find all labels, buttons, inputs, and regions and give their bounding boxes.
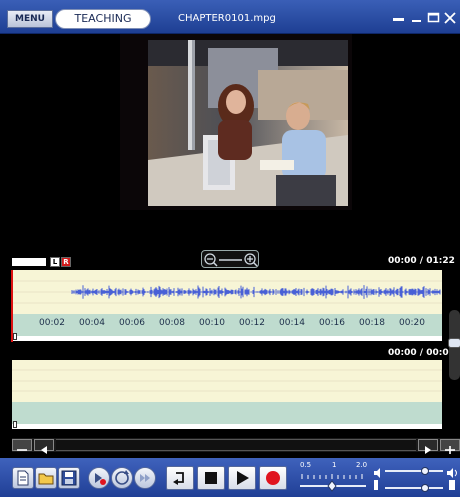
record-icon[interactable] xyxy=(259,466,287,490)
skip-icon[interactable] xyxy=(134,467,156,489)
minimize-icon[interactable] xyxy=(410,12,424,24)
volume-icon xyxy=(374,463,382,478)
title-bar: MENU TEACHING CHAPTER0101.mpg xyxy=(0,0,460,34)
restore-icon[interactable] xyxy=(392,12,406,24)
zoom-control[interactable] xyxy=(201,250,259,268)
balance-icon xyxy=(374,480,378,490)
channel-right-badge[interactable]: R xyxy=(61,257,71,267)
track1-time-display: 00:00 / 01:22 xyxy=(388,256,455,266)
ruler-tick: 00:12 xyxy=(239,318,265,328)
timeline-ruler-2[interactable] xyxy=(12,402,442,424)
waveform-graph xyxy=(12,280,442,304)
cycle-icon[interactable] xyxy=(111,467,133,489)
channel-left-badge[interactable]: L xyxy=(50,257,60,267)
speed-label-fast: 2.0 xyxy=(356,461,368,469)
expand-icon[interactable] xyxy=(440,439,460,454)
balance-max-icon xyxy=(449,480,455,490)
return-icon[interactable] xyxy=(166,466,194,490)
speed-label-slow: 0.5 xyxy=(300,461,312,469)
save-icon[interactable] xyxy=(58,467,80,489)
zoom-out-icon[interactable] xyxy=(204,253,218,267)
ruler-tick: 00:16 xyxy=(319,318,345,328)
speed-slider[interactable] xyxy=(298,472,370,492)
file-title: CHAPTER0101.mpg xyxy=(178,13,276,24)
volume-slider[interactable] xyxy=(385,462,447,475)
document-icon[interactable] xyxy=(12,467,34,489)
ruler-tick: 00:20 xyxy=(399,318,425,328)
scroll-thumb[interactable] xyxy=(448,338,460,348)
track2-start-handle[interactable] xyxy=(13,421,17,428)
ruler-tick: 00:06 xyxy=(119,318,145,328)
stop-icon[interactable] xyxy=(197,466,225,490)
bottom-toolbar: 0.5 1 2.0 xyxy=(0,458,460,497)
playhead-track-1[interactable] xyxy=(11,270,13,342)
close-icon[interactable] xyxy=(443,12,457,24)
record-mode-icon[interactable] xyxy=(88,467,110,489)
vertical-scrollbar[interactable] xyxy=(448,310,460,380)
maximize-icon[interactable] xyxy=(427,12,441,24)
volume-max-icon xyxy=(447,463,459,478)
zoom-in-icon[interactable] xyxy=(244,253,258,267)
ruler-tick: 00:08 xyxy=(159,318,185,328)
waveform-grid xyxy=(12,369,442,392)
ruler-tick: 00:10 xyxy=(199,318,225,328)
scroll-left-icon[interactable] xyxy=(34,439,54,454)
scroll-right-icon[interactable] xyxy=(418,439,438,454)
mode-field[interactable]: TEACHING xyxy=(55,9,151,29)
video-player[interactable] xyxy=(120,34,352,210)
horizontal-scrollbar[interactable] xyxy=(12,438,460,454)
ruler-tick: 00:02 xyxy=(39,318,65,328)
folder-open-icon[interactable] xyxy=(35,467,57,489)
balance-slider[interactable] xyxy=(385,479,447,492)
collapse-icon[interactable] xyxy=(12,439,32,451)
play-icon[interactable] xyxy=(228,466,256,490)
video-frame xyxy=(148,40,348,206)
waveform-track-1[interactable] xyxy=(12,270,442,314)
track2-time-display: 00:00 / 00:00 xyxy=(388,348,455,358)
scroll-track[interactable] xyxy=(56,439,416,451)
ruler-tick: 00:04 xyxy=(79,318,105,328)
menu-button[interactable]: MENU xyxy=(7,10,53,28)
ruler-tick: 00:14 xyxy=(279,318,305,328)
waveform-track-2[interactable] xyxy=(12,360,442,402)
ruler-tick: 00:18 xyxy=(359,318,385,328)
speed-label-normal: 1 xyxy=(332,461,337,469)
track1-marker xyxy=(12,258,46,266)
ruler2-baseline xyxy=(12,424,442,429)
ruler1-baseline xyxy=(12,336,442,341)
timeline-ruler-1[interactable]: 00:02 00:04 00:06 00:08 00:10 00:12 00:1… xyxy=(12,314,442,336)
track1-start-handle[interactable] xyxy=(13,333,17,340)
